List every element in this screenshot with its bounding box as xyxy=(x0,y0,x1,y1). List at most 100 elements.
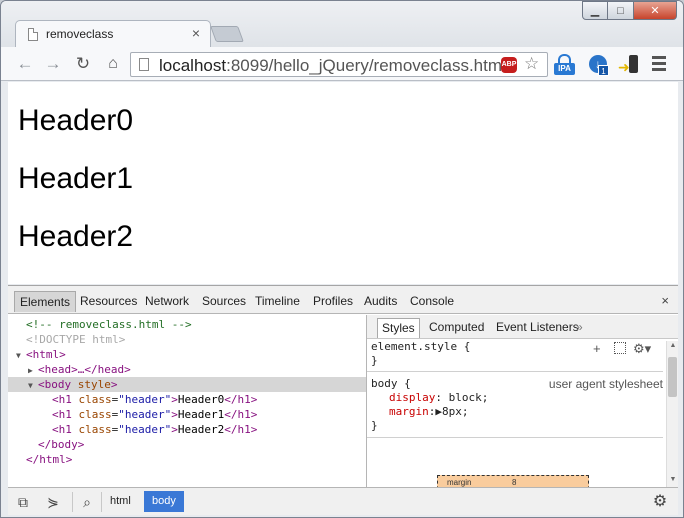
element-style-close: } xyxy=(371,354,378,367)
body-close-tag: </body> xyxy=(38,438,85,451)
doctype-text: <!DOCTYPE html> xyxy=(26,333,126,346)
menu-icon[interactable] xyxy=(652,56,666,74)
reload-icon[interactable]: ↻ xyxy=(73,54,93,74)
body-rule[interactable]: body { user agent stylesheet display: bl… xyxy=(371,377,667,433)
more-tabs-icon[interactable]: » xyxy=(576,320,583,334)
tab-computed[interactable]: Computed xyxy=(425,318,488,338)
body-open-tag: <body xyxy=(38,378,72,391)
scroll-up-icon[interactable]: ▲ xyxy=(668,342,678,352)
dom-body-close[interactable]: </body> xyxy=(8,437,366,452)
page-icon xyxy=(139,58,149,71)
header-2: Header2 xyxy=(18,220,134,253)
download-badge: 1 xyxy=(598,65,609,76)
expanded-triangle-icon[interactable]: ▼ xyxy=(16,348,26,363)
tab-audits[interactable]: Audits xyxy=(359,291,402,312)
back-icon[interactable]: ← xyxy=(15,54,35,74)
download-extension-icon[interactable]: ↓ 1 xyxy=(588,54,610,76)
h1-attr: class xyxy=(78,423,112,436)
box-model-diagram: margin 8 xyxy=(437,475,589,487)
body-close-bracket: > xyxy=(110,378,118,391)
tab-close-icon[interactable]: × xyxy=(192,25,200,41)
title-bar: removeclass × ▁ □ ✕ xyxy=(1,1,683,47)
dom-doctype[interactable]: <!DOCTYPE html> xyxy=(8,332,366,347)
html-close-tag: </html> xyxy=(26,453,73,466)
h1-open: <h1 xyxy=(52,393,72,406)
tab-title: removeclass xyxy=(46,27,114,41)
maximize-button[interactable]: □ xyxy=(608,1,634,20)
devtools-close-icon[interactable]: × xyxy=(661,293,669,308)
css-property-value: ▶8px; xyxy=(435,405,469,418)
dom-h1-row[interactable]: <h1 class="header">Header1</h1> xyxy=(8,407,366,422)
settings-gear-icon[interactable]: ⚙ xyxy=(651,493,669,511)
dom-h1-row[interactable]: <h1 class="header">Header2</h1> xyxy=(8,422,366,437)
page-content: Header0 Header1 Header2 xyxy=(8,82,678,284)
rule-source: user agent stylesheet xyxy=(548,377,663,391)
browser-toolbar: ← → ↻ ⌂ localhost:8099/hello_jQuery/remo… xyxy=(1,47,683,81)
breadcrumb-body[interactable]: body xyxy=(144,491,184,512)
new-tab-button[interactable] xyxy=(210,26,244,42)
tab-styles[interactable]: Styles xyxy=(377,318,420,338)
scrollbar-thumb[interactable] xyxy=(668,357,677,397)
address-bar[interactable]: localhost:8099/hello_jQuery/removeclass.… xyxy=(130,52,548,77)
styles-pane: Styles Computed Event Listeners » elemen… xyxy=(367,315,678,487)
page-icon xyxy=(28,28,38,41)
dock-icon[interactable]: ⧉ xyxy=(14,493,32,511)
css-declaration[interactable]: margin:▶8px; xyxy=(371,405,667,419)
h1-text: Header2 xyxy=(177,423,225,436)
tab-profiles[interactable]: Profiles xyxy=(308,291,358,312)
tab-resources[interactable]: Resources xyxy=(75,291,142,312)
box-model-value: 8 xyxy=(512,478,517,487)
phone-icon xyxy=(629,55,638,73)
h1-close: </h1> xyxy=(224,393,258,406)
dom-html[interactable]: ▼ <html> xyxy=(8,347,366,362)
h1-attr: class xyxy=(78,393,112,406)
url-text[interactable]: localhost:8099/hello_jQuery/removeclass.… xyxy=(159,56,506,76)
tab-event-listeners[interactable]: Event Listeners xyxy=(492,318,583,338)
expanded-triangle-icon[interactable]: ▼ xyxy=(28,378,38,393)
device-extension-icon[interactable]: ➜ xyxy=(618,54,640,76)
breadcrumb-html[interactable]: html xyxy=(102,491,139,512)
html-open-tag: <html> xyxy=(26,348,66,361)
gear-icon[interactable]: ⚙▾ xyxy=(633,341,651,357)
dom-h1-row[interactable]: <h1 class="header">Header0</h1> xyxy=(8,392,366,407)
header-1: Header1 xyxy=(18,162,134,195)
element-state-icon[interactable] xyxy=(614,342,626,354)
dom-tree: <!-- removeclass.html --> <!DOCTYPE html… xyxy=(8,315,366,487)
dom-html-close[interactable]: </html> xyxy=(8,452,366,467)
body-rule-close: } xyxy=(371,419,378,432)
devtools-tab-bar: Elements Resources Network Sources Timel… xyxy=(8,286,678,314)
tab-timeline[interactable]: Timeline xyxy=(250,291,305,312)
styles-scrollbar[interactable]: ▲ ▼ xyxy=(666,341,678,487)
forward-icon[interactable]: → xyxy=(43,54,63,74)
dom-comment[interactable]: <!-- removeclass.html --> xyxy=(8,317,366,332)
h1-val: "header" xyxy=(118,393,172,406)
tab-network[interactable]: Network xyxy=(140,291,194,312)
ipa-extension-icon[interactable]: IPA xyxy=(554,54,576,76)
h1-val: "header" xyxy=(118,423,172,436)
h1-text: Header0 xyxy=(177,393,225,406)
tab-sources[interactable]: Sources xyxy=(197,291,251,312)
scroll-down-icon[interactable]: ▼ xyxy=(668,476,678,486)
browser-tab[interactable]: removeclass × xyxy=(15,20,211,47)
dom-body[interactable]: ▼ <body style> xyxy=(8,377,366,392)
home-icon[interactable]: ⌂ xyxy=(103,54,123,74)
separator xyxy=(72,492,73,512)
devtools-panel: Elements Resources Network Sources Timel… xyxy=(8,285,678,515)
h1-val: "header" xyxy=(118,408,172,421)
css-declaration[interactable]: display: block; xyxy=(371,391,667,405)
adblock-icon[interactable]: ABP xyxy=(501,57,517,73)
dom-head[interactable]: ▶ <head>…</head> xyxy=(8,362,366,377)
add-rule-icon[interactable]: + xyxy=(593,341,601,356)
h1-close: </h1> xyxy=(224,423,258,436)
window-controls: ▁ □ ✕ xyxy=(582,1,677,21)
h1-open: <h1 xyxy=(52,408,72,421)
close-window-button[interactable]: ✕ xyxy=(634,1,677,20)
tab-console[interactable]: Console xyxy=(405,291,459,312)
search-icon[interactable]: ⌕ xyxy=(78,493,96,511)
tab-elements[interactable]: Elements xyxy=(14,291,77,312)
console-drawer-icon[interactable]: ⋟ xyxy=(44,493,62,511)
minimize-button[interactable]: ▁ xyxy=(582,1,608,20)
h1-close: </h1> xyxy=(224,408,258,421)
collapsed-triangle-icon[interactable]: ▶ xyxy=(28,363,38,378)
bookmark-star-icon[interactable]: ☆ xyxy=(524,54,539,74)
